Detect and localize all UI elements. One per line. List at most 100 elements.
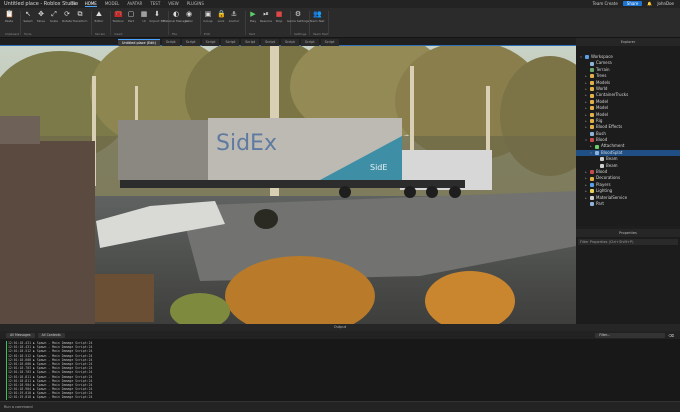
notification-icon[interactable]: 🔔 [647, 1, 652, 6]
ribbon-button-label: Scale [49, 19, 59, 23]
tab-7[interactable]: Script [280, 39, 299, 46]
lock-button[interactable]: 🔒 Lock [216, 10, 226, 23]
tab-8[interactable]: Script [300, 39, 319, 46]
menu-item-test[interactable]: TEST [150, 1, 160, 7]
output-filter-input[interactable]: Filter... [595, 332, 666, 338]
toolbox-icon: 🧰 [114, 10, 123, 18]
command-bar[interactable]: Run a command [0, 401, 680, 411]
scale-button[interactable]: ⤢ Scale [49, 10, 59, 23]
material-manager-button[interactable]: ◐ Material Manager [163, 10, 189, 23]
tab-3[interactable]: Script [201, 39, 220, 46]
ribbon-group-label: Insert [114, 32, 123, 36]
output-log: 12:01:18.431 ▶ Spawn - Main Damage Scrip… [0, 339, 680, 401]
explorer-item-icon [590, 183, 594, 187]
title-bar: Untitled place - Roblox Studio File HOME M… [0, 0, 680, 8]
group-icon: ▣ [204, 10, 212, 18]
expand-arrow-icon[interactable]: ▸ [584, 124, 588, 130]
play-button[interactable]: ▶ Play [248, 10, 258, 23]
user-label[interactable]: Team Create [593, 1, 618, 6]
ui-button[interactable]: ▦ UI [139, 10, 149, 23]
username-label[interactable]: JohnDoe [657, 1, 674, 6]
explorer-item-icon [590, 170, 594, 175]
explorer-item-icon [595, 144, 599, 149]
explorer-item-icon [590, 74, 594, 79]
explorer-item-icon [590, 61, 594, 66]
tab-4[interactable]: Script [221, 39, 240, 46]
select-icon: ↖ [25, 10, 31, 18]
anchor-button[interactable]: ⚓ Anchor [229, 10, 240, 23]
all-contexts-dropdown[interactable]: All Contexts [37, 332, 65, 338]
rotate-button[interactable]: ⟳ Rotate [62, 10, 72, 23]
collapse-arrow-icon[interactable]: ▾ [584, 137, 588, 143]
group-button[interactable]: ▣ Group [203, 10, 213, 23]
trailer-logo-small: SidE [370, 163, 387, 172]
explorer-item-label: Beam [606, 162, 618, 168]
explorer-item-icon [600, 157, 604, 162]
color-button[interactable]: ◉ Color [184, 10, 194, 23]
ui-icon: ▦ [140, 10, 148, 18]
import-3d-icon: ⬇ [154, 10, 160, 18]
tab-6[interactable]: Script [261, 39, 279, 46]
share-button[interactable]: Share [622, 1, 643, 6]
menu-item-view[interactable]: VIEW [168, 1, 178, 7]
ribbon-button-label: Stop [275, 19, 283, 23]
collapse-arrow-icon[interactable]: ▾ [579, 54, 583, 60]
ribbon-separator [309, 11, 310, 35]
explorer-item-icon [590, 202, 594, 207]
menu-item-home[interactable]: HOME [84, 1, 97, 7]
explorer-item[interactable]: Part [576, 201, 680, 207]
import-3d-button[interactable]: ⬇ Import 3D [149, 10, 164, 23]
collapse-arrow-icon[interactable]: ▾ [589, 150, 593, 156]
menu-item-avatar[interactable]: AVATAR [127, 1, 142, 7]
menu-bar: File HOME MODEL AVATAR TEST VIEW PLUGINS [70, 1, 204, 7]
ribbon-button-label: Transform [72, 19, 88, 23]
select-button[interactable]: ↖ Select [23, 10, 33, 23]
color-icon: ◉ [185, 10, 193, 18]
all-messages-dropdown[interactable]: All Messages [6, 332, 35, 338]
expand-arrow-icon[interactable]: ▸ [584, 195, 588, 201]
ribbon-separator [200, 11, 201, 35]
output-header: Output [0, 324, 680, 331]
toolbox-button[interactable]: 🧰 Toolbox [112, 10, 124, 23]
trailer-logo: SidEx [216, 131, 277, 156]
menu-item-plugins[interactable]: PLUGINS [187, 1, 204, 7]
game-settings-button[interactable]: ⚙ Game Settings [287, 10, 309, 23]
ribbon-separator [328, 11, 329, 35]
ribbon-separator [110, 11, 111, 35]
tab-1[interactable]: Script [161, 39, 180, 46]
ribbon-button-label: Part [128, 19, 134, 23]
explorer-item-icon [590, 80, 594, 85]
properties-filter-input[interactable]: Filter Properties (Ctrl+Shift+P) [578, 239, 678, 245]
editor-button[interactable]: ⛰ Editor [94, 10, 104, 23]
menu-item-model[interactable]: MODEL [105, 1, 119, 7]
team-test-button[interactable]: 👥 Team Test [309, 10, 325, 23]
transform-button[interactable]: ⧉ Transform [72, 10, 88, 23]
part-button[interactable]: ▢ Part [126, 10, 136, 23]
tab-0[interactable]: Untitled place (Edit) [118, 39, 160, 46]
3d-viewport[interactable]: SidEx SidE [0, 46, 576, 324]
tab-5[interactable]: Script [241, 39, 260, 46]
ribbon-button-label: Team Test [309, 19, 325, 23]
menu-item-file[interactable]: File [70, 1, 77, 7]
paste-icon: 📋 [5, 10, 14, 18]
explorer-item-icon [595, 151, 599, 156]
ribbon-separator [245, 11, 246, 35]
ribbon-group-clipboard: 📋 Paste [4, 10, 14, 23]
ribbon-button-label: Toolbox [112, 19, 124, 23]
move-button[interactable]: ✥ Move [36, 10, 46, 23]
tab-9[interactable]: Script [320, 39, 339, 46]
clear-output-icon[interactable]: ⌫ [668, 333, 674, 338]
ribbon-button-label: Play [249, 19, 257, 23]
ribbon-button-label: Group [203, 19, 213, 23]
ribbon-button-label: Move [36, 19, 46, 23]
explorer-item-icon [600, 163, 604, 168]
paste-button[interactable]: 📋 Paste [4, 10, 14, 23]
resume-button[interactable]: ⏯ Resume [260, 10, 272, 23]
ribbon-button-label: Game Settings [286, 19, 310, 23]
tab-2[interactable]: Script [181, 39, 200, 46]
ribbon-group-label: Settings [294, 32, 307, 36]
stop-button[interactable]: ■ Stop [274, 10, 284, 23]
ribbon-group-file: ◐ Material Manager ◉ Color [163, 10, 194, 23]
ribbon-group-test: ▶ Play ⏯ Resume ■ Stop [248, 10, 284, 23]
anchor-icon: ⚓ [230, 10, 238, 18]
